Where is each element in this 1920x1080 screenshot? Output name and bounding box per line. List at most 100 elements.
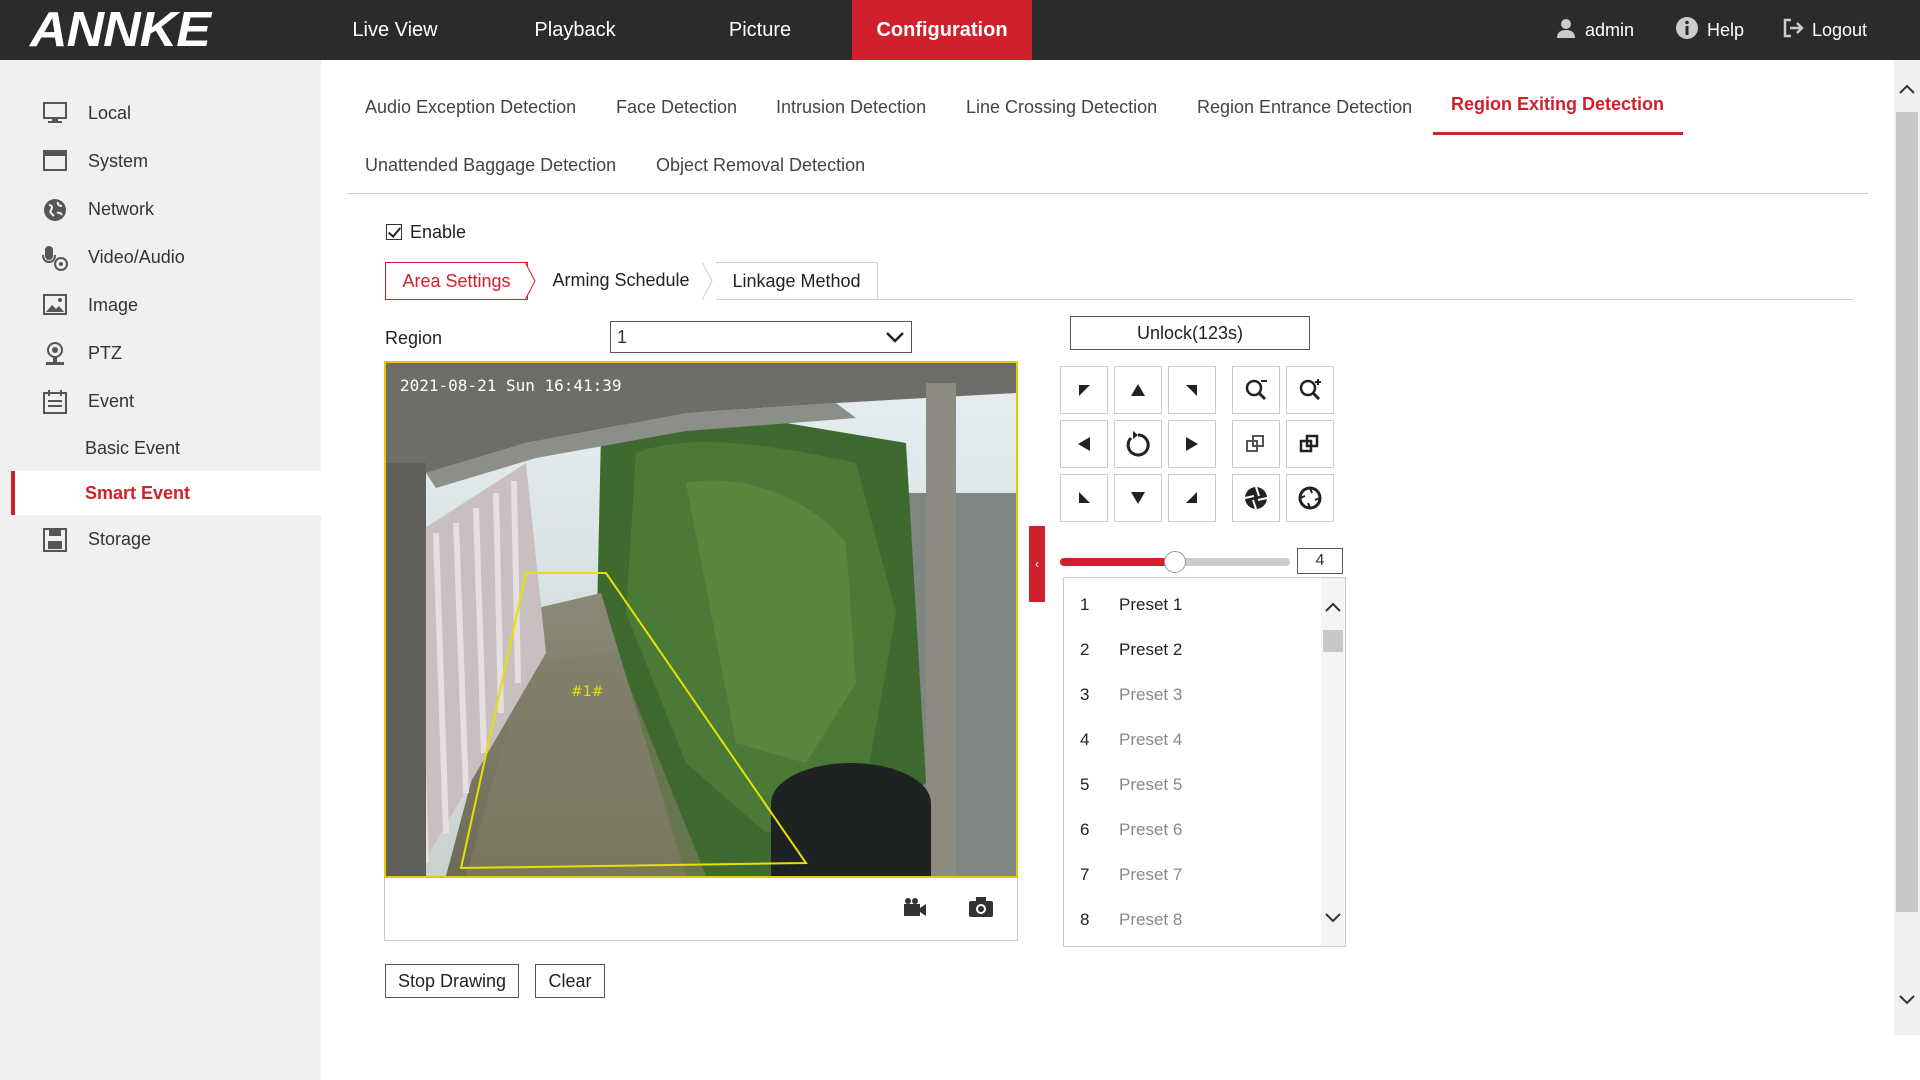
preset-label: Preset 5 (1119, 775, 1183, 794)
preset-label: Preset 6 (1119, 820, 1183, 839)
sidebar-subitem-smart-event[interactable]: Smart Event (11, 471, 321, 515)
arrow-up-right-icon (1186, 385, 1197, 396)
iris-close-icon (1298, 486, 1322, 510)
sidebar-item-local[interactable]: Local (0, 91, 321, 135)
tab-face-detection[interactable]: Face Detection (616, 97, 737, 118)
focus-near-icon (1246, 435, 1264, 452)
preset-item[interactable]: 5 Preset 5 (1064, 762, 1320, 807)
arrow-up-left-icon (1079, 385, 1090, 396)
zoom-in-button[interactable] (1286, 366, 1334, 414)
preset-item[interactable]: 2 Preset 2 (1064, 627, 1320, 672)
iris-close-button[interactable] (1286, 474, 1334, 522)
ptz-up-right-button[interactable] (1168, 366, 1216, 414)
ptz-left-button[interactable] (1060, 420, 1108, 468)
page-scrollbar[interactable] (1894, 60, 1920, 1035)
sidebar-item-storage[interactable]: Storage (0, 517, 321, 561)
image-icon (42, 293, 68, 317)
ptz-down-left-button[interactable] (1060, 474, 1108, 522)
enable-checkbox[interactable] (386, 224, 402, 240)
preset-label: Preset 7 (1119, 865, 1183, 884)
sidebar-item-video-audio[interactable]: Video/Audio (0, 235, 321, 279)
logout-label: Logout (1812, 19, 1868, 40)
chevron-up-icon[interactable] (1899, 84, 1915, 94)
preset-item[interactable]: 4 Preset 4 (1064, 717, 1320, 762)
preset-item[interactable]: 6 Preset 6 (1064, 807, 1320, 852)
iris-open-icon (1244, 486, 1268, 510)
ptz-up-button[interactable] (1114, 366, 1162, 414)
ptz-icon (42, 341, 68, 365)
arrow-down-left-icon (1079, 492, 1090, 503)
brand-logo: ANNKE (30, 2, 211, 58)
record-icon[interactable] (900, 896, 928, 925)
ptz-speed-value[interactable]: 4 (1297, 548, 1343, 574)
chevron-up-icon[interactable] (1325, 602, 1341, 612)
preset-item[interactable]: 8 Preset 8 (1064, 897, 1320, 942)
nav-picture[interactable]: Picture (690, 0, 830, 60)
preset-label: Preset 8 (1119, 910, 1183, 929)
chevron-down-icon[interactable] (1325, 913, 1341, 923)
tab-unattended-baggage-detection[interactable]: Unattended Baggage Detection (365, 155, 616, 176)
logout-link[interactable]: Logout (1782, 0, 1867, 60)
page-scroll-thumb[interactable] (1896, 112, 1918, 912)
refresh-icon (1126, 431, 1150, 457)
snapshot-icon[interactable] (967, 895, 995, 924)
nav-configuration[interactable]: Configuration (852, 0, 1032, 60)
region-select[interactable]: 1 (610, 321, 912, 353)
sidebar-item-system[interactable]: System (0, 139, 321, 183)
ptz-auto-button[interactable] (1114, 420, 1162, 468)
preset-scroll-thumb[interactable] (1323, 630, 1343, 652)
subtab-linkage-method[interactable]: Linkage Method (716, 262, 878, 300)
sidebar: Local System Network Video/Audio Image P… (0, 60, 321, 1080)
sidebar-subitem-basic-event[interactable]: Basic Event (0, 426, 321, 470)
subtab-area-settings[interactable]: Area Settings (385, 262, 528, 300)
nav-playback[interactable]: Playback (505, 0, 645, 60)
tab-line-crossing-detection[interactable]: Line Crossing Detection (966, 97, 1157, 118)
preset-scrollbar[interactable] (1321, 578, 1345, 946)
top-bar: ANNKE Live View Playback Picture Configu… (0, 0, 1920, 60)
zoom-out-button[interactable] (1232, 366, 1280, 414)
help-link[interactable]: Help (1675, 0, 1744, 60)
preset-item[interactable]: 3 Preset 3 (1064, 672, 1320, 717)
info-icon (1675, 16, 1699, 45)
tabs-divider (347, 193, 1868, 194)
subtab-arrow-1 (525, 262, 536, 300)
ptz-down-button[interactable] (1114, 474, 1162, 522)
sidebar-item-network[interactable]: Network (0, 187, 321, 231)
sidebar-item-ptz[interactable]: PTZ (0, 331, 321, 375)
tab-intrusion-detection[interactable]: Intrusion Detection (776, 97, 926, 118)
video-preview[interactable]: #1# 2021-08-21 Sun 16:41:39 (384, 361, 1018, 878)
focus-near-button[interactable] (1232, 420, 1280, 468)
sidebar-item-event[interactable]: Event (0, 379, 321, 423)
monitor-icon (42, 101, 68, 125)
zoom-in-icon (1299, 379, 1321, 401)
preset-item[interactable]: 7 Preset 7 (1064, 852, 1320, 897)
clear-button[interactable]: Clear (535, 964, 605, 998)
video-audio-icon (42, 245, 68, 271)
preset-item[interactable]: 1 Preset 1 (1064, 582, 1320, 627)
subtab-arming-schedule[interactable]: Arming Schedule (540, 262, 702, 300)
arrow-down-right-icon (1186, 492, 1197, 503)
collapse-ptz-handle[interactable]: ‹ (1029, 526, 1045, 602)
tab-region-entrance-detection[interactable]: Region Entrance Detection (1197, 97, 1412, 118)
tab-region-exiting-detection[interactable]: Region Exiting Detection (1451, 94, 1664, 115)
focus-far-button[interactable] (1286, 420, 1334, 468)
preset-number: 1 (1080, 595, 1090, 614)
calendar-icon (42, 389, 68, 414)
sidebar-item-image[interactable]: Image (0, 283, 321, 327)
unlock-button[interactable]: Unlock(123s) (1070, 316, 1310, 350)
stop-drawing-button[interactable]: Stop Drawing (385, 964, 519, 998)
user-menu[interactable]: admin (1555, 0, 1634, 60)
ptz-up-left-button[interactable] (1060, 366, 1108, 414)
ptz-down-right-button[interactable] (1168, 474, 1216, 522)
iris-open-button[interactable] (1232, 474, 1280, 522)
chevron-down-icon[interactable] (1899, 995, 1915, 1005)
floppy-disk-icon (42, 527, 68, 552)
preset-list: 1 Preset 1 2 Preset 2 3 Preset 3 4 Preset 4 5 Pre… (1063, 577, 1346, 947)
ptz-right-button[interactable] (1168, 420, 1216, 468)
nav-live-view[interactable]: Live View (330, 0, 460, 60)
ptz-speed-handle[interactable] (1164, 551, 1186, 573)
ptz-speed-fill (1060, 558, 1175, 566)
ptz-speed-slider[interactable] (1060, 551, 1290, 573)
tab-audio-exception-detection[interactable]: Audio Exception Detection (365, 97, 576, 118)
tab-object-removal-detection[interactable]: Object Removal Detection (656, 155, 865, 176)
